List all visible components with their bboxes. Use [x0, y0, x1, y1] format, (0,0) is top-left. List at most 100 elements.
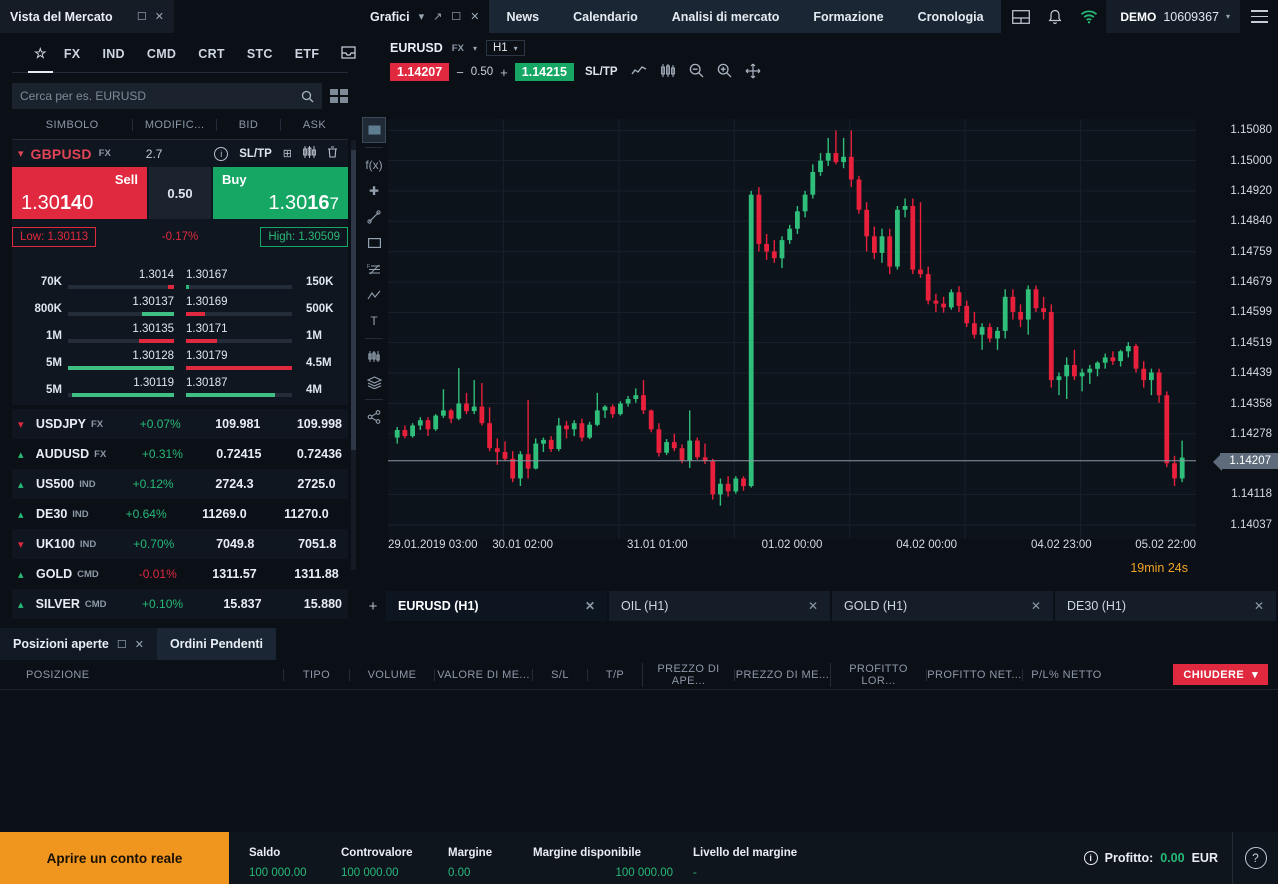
high-badge: High: 1.30509 — [260, 227, 348, 247]
zoom-out-icon[interactable] — [689, 63, 704, 81]
list-item[interactable]: ▾ USDJPY FX +0.07% 109.981 109.998 — [12, 409, 348, 439]
col-profitto-lordo[interactable]: PROFITTO LOR... — [830, 663, 926, 687]
trendline-icon[interactable] — [362, 204, 386, 230]
pan-move-icon[interactable] — [745, 63, 761, 82]
charts-menu[interactable]: Grafici ▾ ↗ ☐ ✕ — [360, 0, 489, 33]
quote-symbol[interactable]: GBPUSD — [31, 146, 92, 162]
elliott-wave-icon[interactable] — [362, 282, 386, 308]
list-item[interactable]: ▴ GOLD CMD -0.01% 1311.57 1311.88 — [12, 559, 348, 589]
tab-stc[interactable]: STC — [236, 41, 284, 70]
add-chart-button[interactable]: + — [360, 591, 386, 621]
line-chart-icon[interactable] — [631, 65, 647, 80]
chart-tab-oil[interactable]: OIL (H1) ✕ — [609, 591, 830, 621]
fibonacci-icon[interactable]: F — [362, 256, 386, 282]
candlestick-plot[interactable] — [388, 119, 1196, 539]
list-item[interactable]: ▴ SILVER CMD +0.10% 15.837 15.880 — [12, 589, 348, 619]
volume-increase-button[interactable]: + — [500, 65, 508, 80]
col-prezzo-mercato[interactable]: PREZZO DI ME... — [734, 669, 830, 681]
close-icon[interactable]: ✕ — [808, 599, 818, 613]
info-icon[interactable]: i — [1084, 851, 1098, 865]
buy-button[interactable]: Buy 1.30167 — [213, 167, 348, 219]
maximize-icon[interactable]: ☐ — [137, 10, 147, 23]
chart-buy-button[interactable]: 1.14215 — [515, 63, 574, 81]
indicators-fx-icon[interactable]: f(x) — [362, 152, 386, 178]
account-type: DEMO — [1120, 10, 1156, 24]
search-input[interactable] — [20, 89, 301, 103]
chart-tab-gold[interactable]: GOLD (H1) ✕ — [832, 591, 1053, 621]
market-panel-titlebar: Vista del Mercato ☐ ✕ — [0, 0, 360, 33]
zoom-in-icon[interactable] — [717, 63, 732, 81]
list-item[interactable]: ▾ UK100 IND +0.70% 7049.8 7051.8 — [12, 529, 348, 559]
info-icon[interactable]: i — [214, 147, 228, 161]
candles-icon[interactable] — [303, 146, 316, 161]
market-scrollbar-thumb[interactable] — [351, 150, 356, 450]
open-real-account-button[interactable]: Aprire un conto reale — [0, 832, 229, 884]
col-tp[interactable]: T/P — [587, 669, 642, 681]
col-profitto-netto[interactable]: PROFITTO NET... — [926, 669, 1022, 681]
sell-button[interactable]: Sell 1.30140 — [12, 167, 147, 219]
text-tool-icon[interactable]: T — [362, 308, 386, 334]
col-pl-netto[interactable]: P/L% NETTO — [1022, 669, 1110, 681]
notifications-bell-icon[interactable] — [1038, 0, 1072, 33]
add-icon[interactable]: ⊞ — [283, 147, 292, 160]
col-valore-mercato[interactable]: VALORE DI ME... — [434, 669, 532, 681]
close-icon[interactable]: ✕ — [1254, 599, 1264, 613]
layout-toggle-icon[interactable] — [330, 89, 348, 103]
close-icon[interactable]: ✕ — [585, 599, 595, 613]
tab-cmd[interactable]: CMD — [136, 41, 187, 70]
layout-icon[interactable] — [1004, 0, 1038, 33]
maximize-icon[interactable]: ☐ — [117, 638, 127, 651]
help-button[interactable]: ? — [1232, 832, 1278, 884]
chart-tab-eurusd[interactable]: EURUSD (H1) ✕ — [386, 591, 607, 621]
volume-selector[interactable]: 0.50 — [149, 167, 211, 219]
tab-etf[interactable]: ETF — [284, 41, 331, 70]
nav-item-news[interactable]: News — [489, 0, 556, 33]
close-icon[interactable]: ✕ — [135, 638, 144, 651]
nav-item-analisi[interactable]: Analisi di mercato — [655, 0, 797, 33]
chevron-down-icon: ▾ — [18, 147, 24, 160]
nav-item-calendario[interactable]: Calendario — [556, 0, 655, 33]
tab-posizioni-aperte[interactable]: Posizioni aperte ☐ ✕ — [0, 628, 157, 660]
sltp-button[interactable]: SL/TP — [239, 148, 272, 160]
tab-crt[interactable]: CRT — [187, 41, 236, 70]
col-prezzo-apertura[interactable]: PREZZO DI APE... — [642, 663, 734, 687]
chart-symbol[interactable]: EURUSD — [390, 41, 443, 55]
col-volume[interactable]: VOLUME — [349, 669, 434, 681]
layers-icon[interactable] — [362, 369, 386, 395]
close-icon[interactable]: ✕ — [470, 10, 479, 23]
account-selector[interactable]: DEMO 10609367 ▾ — [1106, 0, 1240, 33]
rectangle-icon[interactable] — [362, 230, 386, 256]
list-item[interactable]: ▴ DE30 IND +0.64% 11269.0 11270.0 — [12, 499, 348, 529]
candlestick-chart-icon[interactable] — [660, 64, 676, 80]
main-menu-button[interactable] — [1240, 0, 1278, 33]
chevron-down-icon[interactable]: ▾ — [473, 44, 477, 53]
oscillator-icon[interactable] — [362, 343, 386, 369]
share-icon[interactable] — [362, 404, 386, 430]
chart-sltp-button[interactable]: SL/TP — [585, 66, 618, 78]
delete-icon[interactable] — [327, 146, 338, 161]
volume-decrease-button[interactable]: − — [456, 65, 464, 80]
list-item[interactable]: ▴ AUDUSD FX +0.31% 0.72415 0.72436 — [12, 439, 348, 469]
chart-tab-de30[interactable]: DE30 (H1) ✕ — [1055, 591, 1276, 621]
close-icon[interactable]: ✕ — [1031, 599, 1041, 613]
chart-type-icon[interactable] — [362, 117, 386, 143]
timeframe-selector[interactable]: H1 ▾ — [486, 40, 525, 56]
close-positions-button[interactable]: CHIUDERE ▾ — [1173, 664, 1268, 685]
close-icon[interactable]: ✕ — [155, 10, 164, 23]
tab-ind[interactable]: IND — [91, 41, 135, 70]
tab-favorites[interactable]: ☆ — [28, 39, 53, 73]
list-item[interactable]: ▴ US500 IND +0.12% 2724.3 2725.0 — [12, 469, 348, 499]
nav-item-cronologia[interactable]: Cronologia — [901, 0, 1001, 33]
col-tipo[interactable]: TIPO — [283, 669, 349, 681]
price-axis[interactable]: 1.150801.150001.149201.148401.147591.146… — [1196, 119, 1278, 539]
chart-sell-button[interactable]: 1.14207 — [390, 63, 449, 81]
tab-fx[interactable]: FX — [53, 41, 92, 70]
search-box[interactable] — [12, 83, 322, 109]
tab-ordini-pendenti[interactable]: Ordini Pendenti — [157, 628, 276, 660]
nav-item-formazione[interactable]: Formazione — [796, 0, 900, 33]
col-sl[interactable]: S/L — [532, 669, 587, 681]
maximize-icon[interactable]: ☐ — [451, 10, 461, 23]
popout-icon[interactable]: ↗ — [433, 10, 442, 23]
crosshair-icon[interactable]: ✚ — [362, 178, 386, 204]
col-posizione[interactable]: POSIZIONE — [26, 669, 283, 681]
